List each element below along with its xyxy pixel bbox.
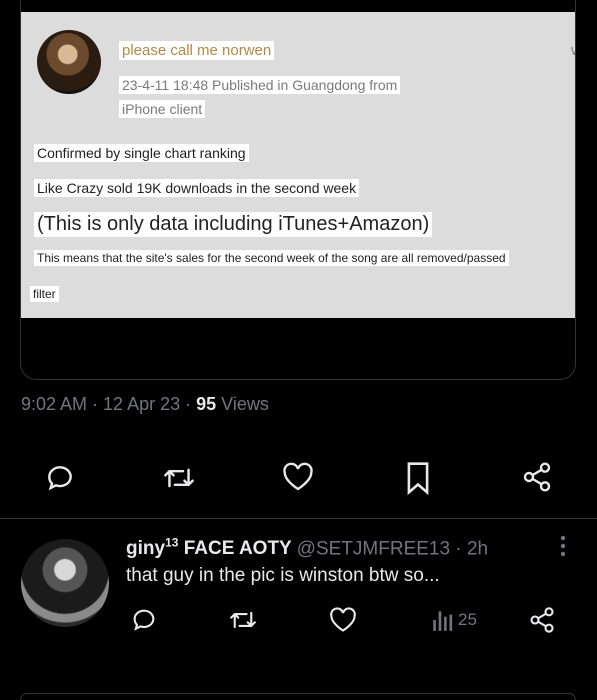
share-icon[interactable] xyxy=(528,606,556,634)
like-icon[interactable] xyxy=(329,606,357,634)
views-label[interactable]: Views xyxy=(216,394,269,414)
separator: · xyxy=(180,394,197,414)
retweet-icon[interactable] xyxy=(228,607,258,633)
divider xyxy=(0,518,597,519)
views-count[interactable]: 95 xyxy=(196,394,216,414)
analytics-icon[interactable] xyxy=(430,607,456,633)
tweet-date[interactable]: 12 Apr 23 xyxy=(103,394,180,414)
embedded-line1: Confirmed by single chart ranking xyxy=(34,144,249,162)
reply-icon[interactable] xyxy=(130,606,158,634)
embedded-media-card[interactable]: please call me norwen 23-4-11 18:48 Publ… xyxy=(20,0,576,380)
reply-name-rest: FACE AOTY xyxy=(178,538,292,560)
embedded-line4: This means that the site's sales for the… xyxy=(34,250,509,266)
tweet-time[interactable]: 9:02 AM xyxy=(21,394,87,414)
reply-display-name[interactable]: giny13 FACE AOTY xyxy=(126,536,292,560)
reply-name-sup: 13 xyxy=(165,536,179,550)
separator: · xyxy=(450,538,467,560)
reply-time: 2h xyxy=(466,538,489,560)
tweet-timestamp: 9:02 AM · 12 Apr 23 · 95 Views xyxy=(21,394,269,415)
reply-header: giny13 FACE AOTY @SETJMFREE13 · 2h xyxy=(126,536,488,560)
next-tweet-card-edge xyxy=(20,693,576,700)
embedded-meta-line2: iPhone client xyxy=(119,100,206,118)
chevron-down-icon: ∨ xyxy=(569,42,575,59)
reply-avatar[interactable] xyxy=(21,539,109,627)
embedded-line5: filter xyxy=(30,286,59,302)
reply-text: that guy in the pic is winston btw so... xyxy=(126,565,440,586)
like-icon[interactable] xyxy=(282,462,314,492)
separator: · xyxy=(87,394,104,414)
reply-icon[interactable] xyxy=(44,462,76,494)
embedded-line3: (This is only data including iTunes+Amaz… xyxy=(34,212,433,237)
more-options-icon[interactable] xyxy=(556,534,570,558)
embedded-meta-line1: 23-4-11 18:48 Published in Guangdong fro… xyxy=(119,76,401,94)
retweet-icon[interactable] xyxy=(162,463,196,493)
embedded-username: please call me norwen xyxy=(119,41,275,60)
bookmark-icon[interactable] xyxy=(405,461,431,495)
reply-handle[interactable]: @SETJMFREE13 · 2h xyxy=(297,538,488,559)
embedded-line2: Like Crazy sold 19K downloads in the sec… xyxy=(34,179,360,197)
embedded-screenshot: please call me norwen 23-4-11 18:48 Publ… xyxy=(21,12,575,318)
reply-views-count: 25 xyxy=(458,610,477,629)
embedded-avatar xyxy=(37,30,101,94)
share-icon[interactable] xyxy=(521,461,553,493)
reply-name-text: giny xyxy=(126,538,166,560)
reply-handle-text: @SETJMFREE13 xyxy=(296,538,451,560)
